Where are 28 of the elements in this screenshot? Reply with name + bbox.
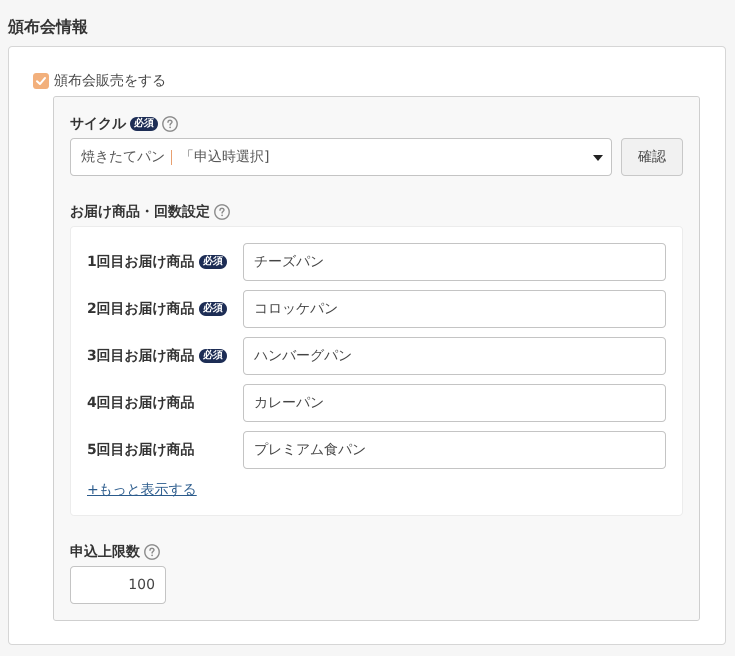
field-label: サイクル — [70, 115, 126, 134]
required-badge: 必須 — [130, 117, 158, 131]
required-badge: 必須 — [198, 255, 227, 269]
product-field[interactable]: チーズパン — [243, 243, 666, 281]
product-field[interactable]: プレミアム食パン — [243, 431, 666, 469]
item-label: 4回目お届け商品 — [87, 394, 195, 413]
help-icon[interactable] — [144, 544, 160, 560]
caret-icon — [593, 155, 603, 161]
show-more-link[interactable]: +もっと表示する — [87, 480, 197, 500]
number-field[interactable]: 100 — [70, 566, 166, 604]
item-label: 5回目お届け商品 — [87, 440, 195, 460]
product-field[interactable]: コロッケパン — [243, 290, 666, 328]
help-icon[interactable] — [214, 204, 230, 220]
confirm-button[interactable]: 確認 — [621, 138, 683, 176]
product-field[interactable]: ハンバーグパン — [243, 337, 666, 375]
checkbox[interactable] — [33, 73, 49, 89]
help-icon[interactable] — [162, 116, 178, 132]
required-badge: 必須 — [198, 349, 227, 363]
field-label: 申込上限数 — [70, 543, 140, 562]
item-label: 3回目お届け商品 — [87, 346, 195, 366]
section-label: お届け商品・回数設定 — [70, 202, 210, 222]
cycle-select[interactable]: 焼きたてパン 「申込時選択] — [70, 138, 612, 176]
section-title: 頒布会情報 — [8, 16, 88, 38]
product-field[interactable]: カレーパン — [243, 384, 666, 422]
item-label: 2回目お届け商品 — [87, 300, 195, 319]
checkbox-label[interactable]: 頒布会販売をする — [54, 71, 166, 91]
item-label: 1回目お届け商品 — [87, 252, 195, 272]
required-badge: 必須 — [198, 302, 227, 316]
